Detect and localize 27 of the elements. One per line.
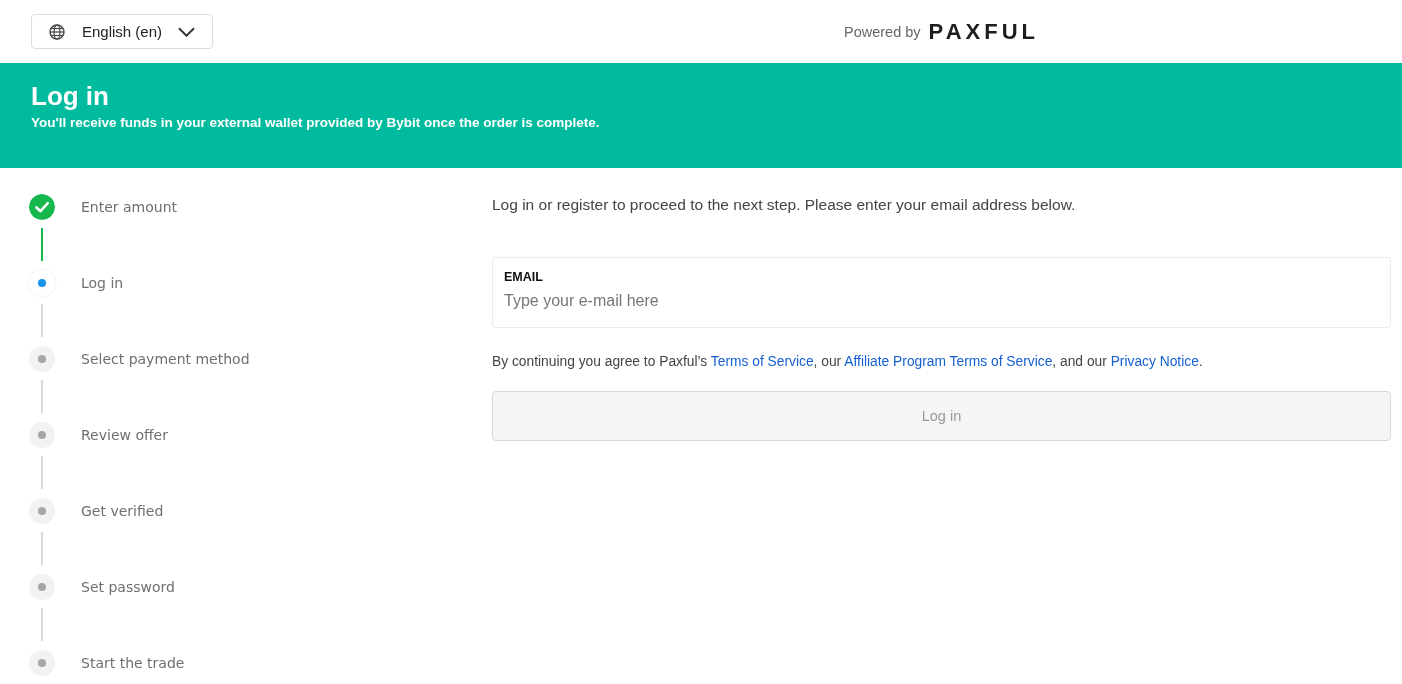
step-connector [41, 228, 43, 261]
step-label: Enter amount [81, 199, 178, 215]
step-connector [41, 380, 43, 413]
email-label: EMAIL [504, 269, 543, 285]
step-label: Review offer [81, 427, 168, 443]
step-label: Get verified [81, 503, 164, 519]
step-connector [41, 304, 43, 337]
powered-by-text: Powered by [844, 23, 921, 40]
intro-text: Log in or register to proceed to the next step. Please enter your email address below. [492, 195, 1077, 215]
language-selector[interactable]: English (en) [31, 14, 213, 49]
step-label: Set password [81, 579, 175, 595]
text-link[interactable]: Privacy Notice [1110, 354, 1199, 369]
chevron-icon [178, 26, 196, 37]
step-connector [41, 456, 43, 489]
banner-title: Log in [31, 80, 110, 112]
step-label: Select payment method [81, 351, 250, 367]
paxful-logo: PAXFUL [928, 20, 1039, 43]
consent-text: By continuing you agree to Paxful’s Terms of Service, our Affiliate Program Terms of Service, and our Privacy Notice. [492, 353, 1204, 371]
globe-icon [49, 23, 65, 40]
step-connector [41, 608, 43, 641]
banner-subtitle: You'll receive funds in your external wallet provided by Bybit once the order is complete. [31, 114, 601, 132]
step-connector [41, 532, 43, 565]
email-input[interactable]: Type your e-mail here [504, 290, 1379, 312]
text-link[interactable]: Terms of Service [710, 354, 814, 369]
step-label: Start the trade [81, 655, 185, 671]
email-field[interactable]: EMAIL Type your e-mail here [492, 257, 1391, 328]
step-label: Log in [81, 275, 124, 291]
